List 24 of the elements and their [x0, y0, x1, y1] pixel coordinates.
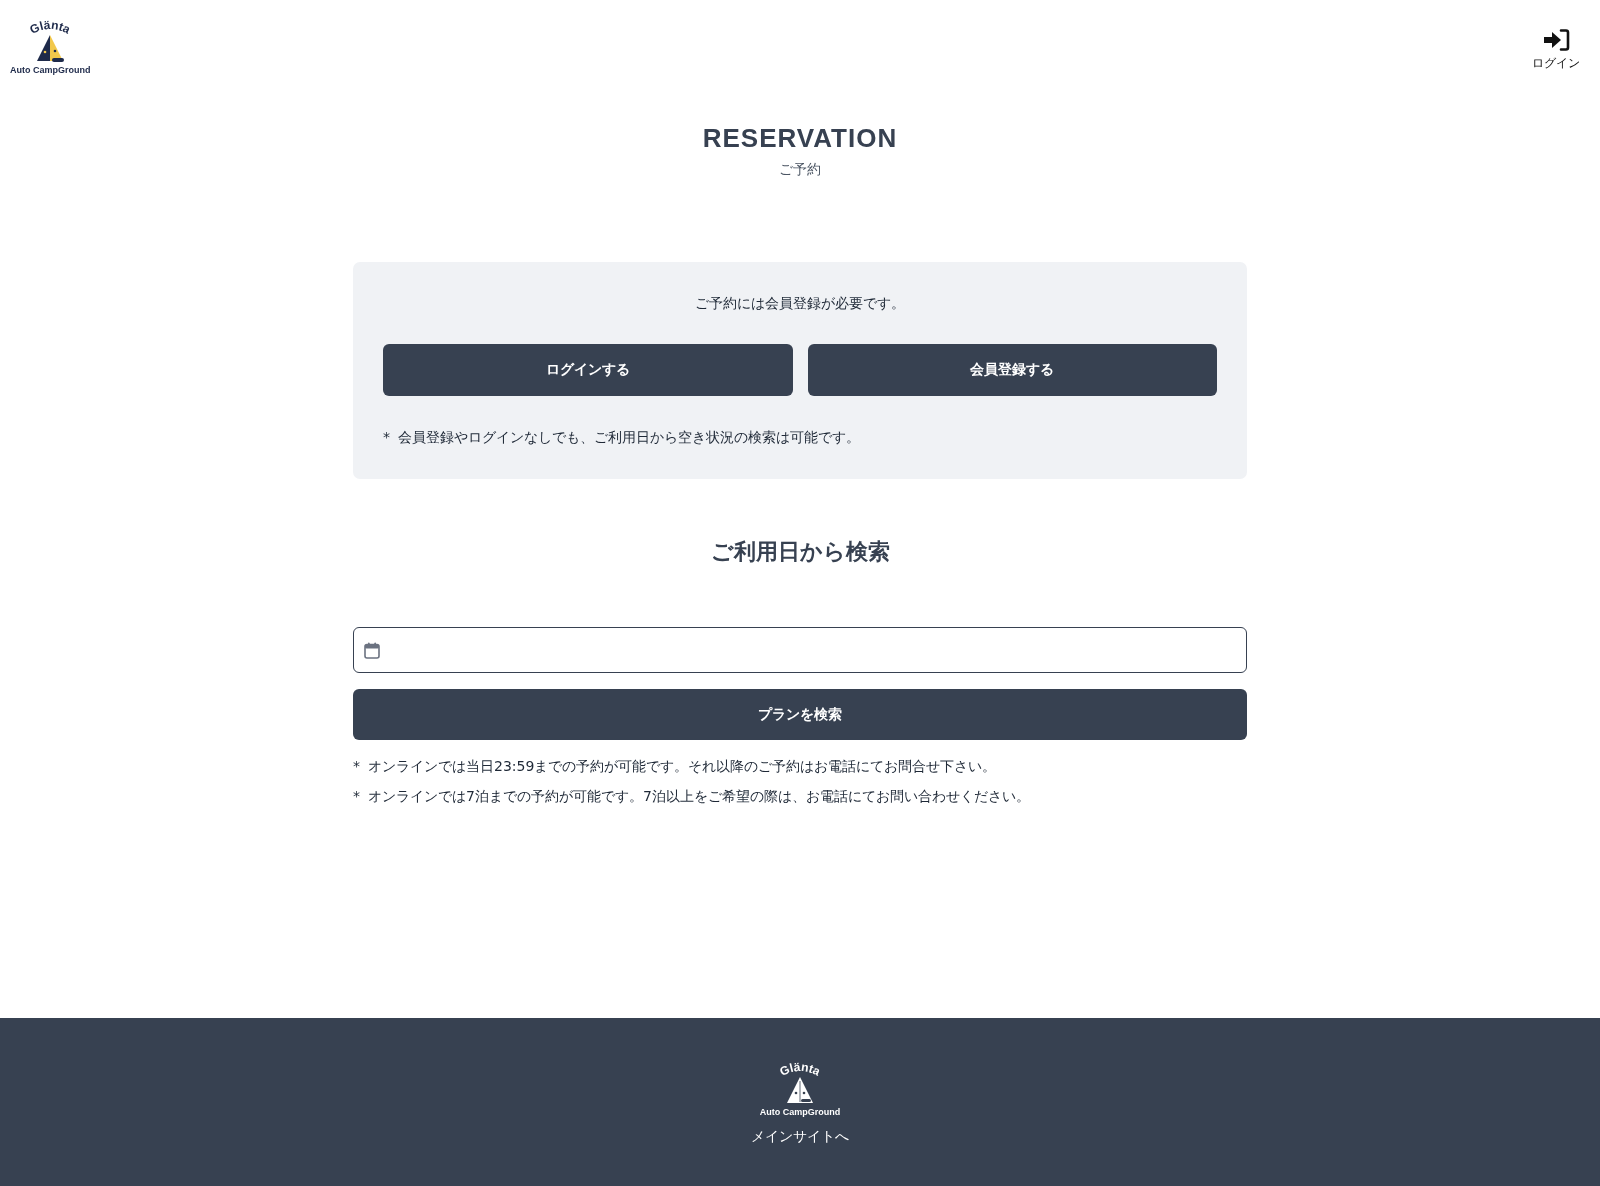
note-marker: *	[383, 428, 389, 447]
logo-tagline: Auto CampGround	[759, 1107, 841, 1118]
search-plans-button[interactable]: プランを検索	[353, 689, 1247, 740]
note-text: オンラインでは7泊までの予約が可能です。7泊以上をご希望の際は、お電話にてお問い合わせください。	[368, 787, 1030, 806]
calendar-icon	[364, 641, 380, 659]
note-text: オンラインでは当日23:59までの予約が可能です。それ以降のご予約はお電話にてお問合せ下さい。	[368, 757, 997, 776]
membership-message: ご予約には会員登録が必要です。	[694, 294, 906, 313]
logo-wordmark: Glänta	[27, 17, 73, 37]
note-marker: *	[353, 757, 359, 776]
main-site-link[interactable]: メインサイトへ	[751, 1126, 849, 1146]
section-heading: ご利用日から検索	[709, 538, 891, 566]
note-text: 会員登録やログインなしでも、ご利用日から空き状況の検索は可能です。	[398, 428, 860, 447]
register-button[interactable]: 会員登録する	[807, 344, 1217, 396]
note-marker: *	[353, 787, 359, 806]
tent-logo-icon	[37, 35, 65, 62]
tent-logo-icon	[787, 1077, 813, 1103]
login-link[interactable]: ログイン	[1532, 16, 1580, 71]
login-button[interactable]: ログインする	[383, 344, 793, 396]
page-title: RESERVATION	[702, 122, 898, 154]
page-subtitle: ご予約	[779, 160, 821, 179]
login-icon	[1542, 28, 1570, 52]
date-field[interactable]	[353, 627, 1247, 673]
logo-tagline: Auto CampGround	[10, 65, 91, 76]
logo-wordmark: Glänta	[777, 1059, 823, 1079]
